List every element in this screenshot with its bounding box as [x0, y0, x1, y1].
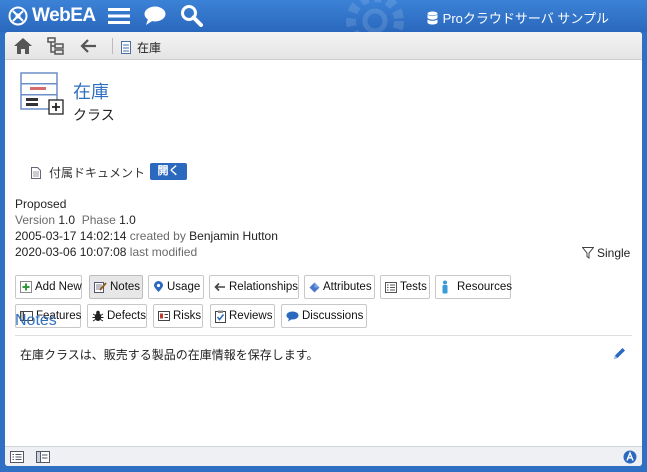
created-line: 2005-03-17 14:02:14 created by Benjamin …: [15, 229, 278, 243]
linked-document-label: 付属ドキュメント: [49, 166, 146, 180]
notes-icon: [94, 282, 107, 293]
tab-relationships[interactable]: Relationships: [209, 275, 299, 299]
app-header: WebEA Proクラウドサーバ サンプル: [0, 0, 647, 50]
class-icon: [121, 41, 131, 54]
reviews-label: Reviews: [229, 310, 273, 322]
element-properties: 在庫 クラス 付属ドキュメント 開く Proposed Version 1.0 …: [5, 60, 642, 446]
server-name: Proクラウドサーバ サンプル: [442, 11, 609, 26]
reviews-icon: [215, 310, 226, 323]
search-icon[interactable]: [180, 5, 204, 27]
tab-attributes[interactable]: Attributes: [304, 275, 375, 299]
phase-value: 1.0: [119, 213, 136, 227]
breadcrumb: 在庫: [121, 39, 161, 56]
tab-discussions[interactable]: Discussions: [281, 304, 367, 328]
single-view-toggle[interactable]: Single: [582, 246, 630, 260]
navigation-bar: 在庫: [5, 32, 642, 60]
element-name: 在庫: [73, 82, 109, 102]
logo-mark-icon: [8, 6, 28, 26]
usage-label: Usage: [167, 281, 201, 293]
arrow-left-icon: [214, 282, 225, 292]
tests-icon: [385, 281, 397, 293]
add-new-label: Add New: [35, 281, 82, 293]
webea-logo[interactable]: WebEA: [8, 5, 96, 27]
notes-text: 在庫クラスは、販売する製品の在庫情報を保存します。: [20, 348, 319, 362]
element-type: クラス: [73, 107, 115, 123]
element-status: Proposed: [15, 197, 67, 211]
modified-date: 2020-03-06 10:07:08: [15, 245, 127, 259]
version-line: Version 1.0 Phase 1.0: [15, 213, 136, 227]
tab-tests[interactable]: Tests: [380, 275, 430, 299]
resources-icon: [442, 280, 448, 294]
chat-bubble-icon[interactable]: [143, 5, 167, 27]
properties-panel-icon[interactable]: [35, 449, 51, 465]
tab-usage[interactable]: Usage: [148, 275, 204, 299]
single-label: Single: [597, 246, 631, 260]
class-element-icon: [20, 72, 64, 115]
server-selector[interactable]: Proクラウドサーバ サンプル: [426, 8, 609, 27]
add-icon: [20, 281, 32, 293]
tab-reviews[interactable]: Reviews: [210, 304, 275, 328]
tests-label: Tests: [400, 281, 427, 293]
phase-label: Phase: [81, 213, 116, 227]
chat-icon: [286, 311, 299, 321]
back-arrow-icon[interactable]: [78, 36, 100, 56]
notes-label: Notes: [110, 281, 141, 293]
breadcrumb-label: 在庫: [137, 41, 162, 55]
filter-icon: [582, 247, 594, 259]
list-view-icon[interactable]: [9, 449, 25, 465]
attributes-label: Attributes: [323, 281, 372, 293]
notes-section-title: Notes: [15, 312, 57, 329]
hamburger-menu-icon[interactable]: [107, 5, 131, 27]
relationships-label: Relationships: [229, 281, 299, 293]
nav-separator: [112, 38, 113, 54]
version-value: 1.0: [58, 213, 76, 227]
add-new-button[interactable]: Add New: [15, 275, 82, 299]
modified-label: last modified: [129, 245, 198, 259]
main-frame: 在庫 在庫 クラス 付属ドキュメント 開く Proposed Version 1…: [5, 32, 642, 466]
risks-label: Risks: [173, 310, 202, 322]
version-label: Version: [15, 213, 56, 227]
usage-icon: [154, 281, 163, 292]
status-line: Proposed: [15, 197, 66, 211]
discussions-label: Discussions: [302, 310, 364, 322]
resources-label: Resources: [457, 281, 512, 293]
home-icon[interactable]: [12, 36, 34, 56]
created-label: created by: [129, 229, 186, 243]
created-date: 2005-03-17 14:02:14: [15, 229, 127, 243]
open-document-button[interactable]: 開く: [150, 163, 187, 180]
risks-icon: [158, 311, 170, 321]
tab-defects[interactable]: Defects: [87, 304, 147, 328]
account-icon[interactable]: [622, 449, 638, 465]
database-icon: [426, 11, 438, 24]
bug-icon: [92, 310, 104, 322]
attributes-icon: [309, 282, 320, 292]
tab-resources[interactable]: Resources: [435, 275, 512, 299]
browser-tree-icon[interactable]: [45, 36, 67, 56]
edit-pencil-icon[interactable]: [611, 346, 627, 362]
notes-panel: 在庫クラスは、販売する製品の在庫情報を保存します。: [15, 335, 632, 440]
modified-line: 2020-03-06 10:07:08 last modified: [15, 245, 197, 259]
linked-document: 付属ドキュメント: [31, 164, 145, 181]
tab-notes[interactable]: Notes: [89, 275, 143, 299]
status-bar: [5, 446, 642, 466]
tab-risks[interactable]: Risks: [153, 304, 203, 328]
logo-text: WebEA: [32, 5, 96, 26]
defects-label: Defects: [107, 310, 146, 322]
document-icon: [31, 166, 41, 179]
author-name: Benjamin Hutton: [189, 229, 278, 243]
